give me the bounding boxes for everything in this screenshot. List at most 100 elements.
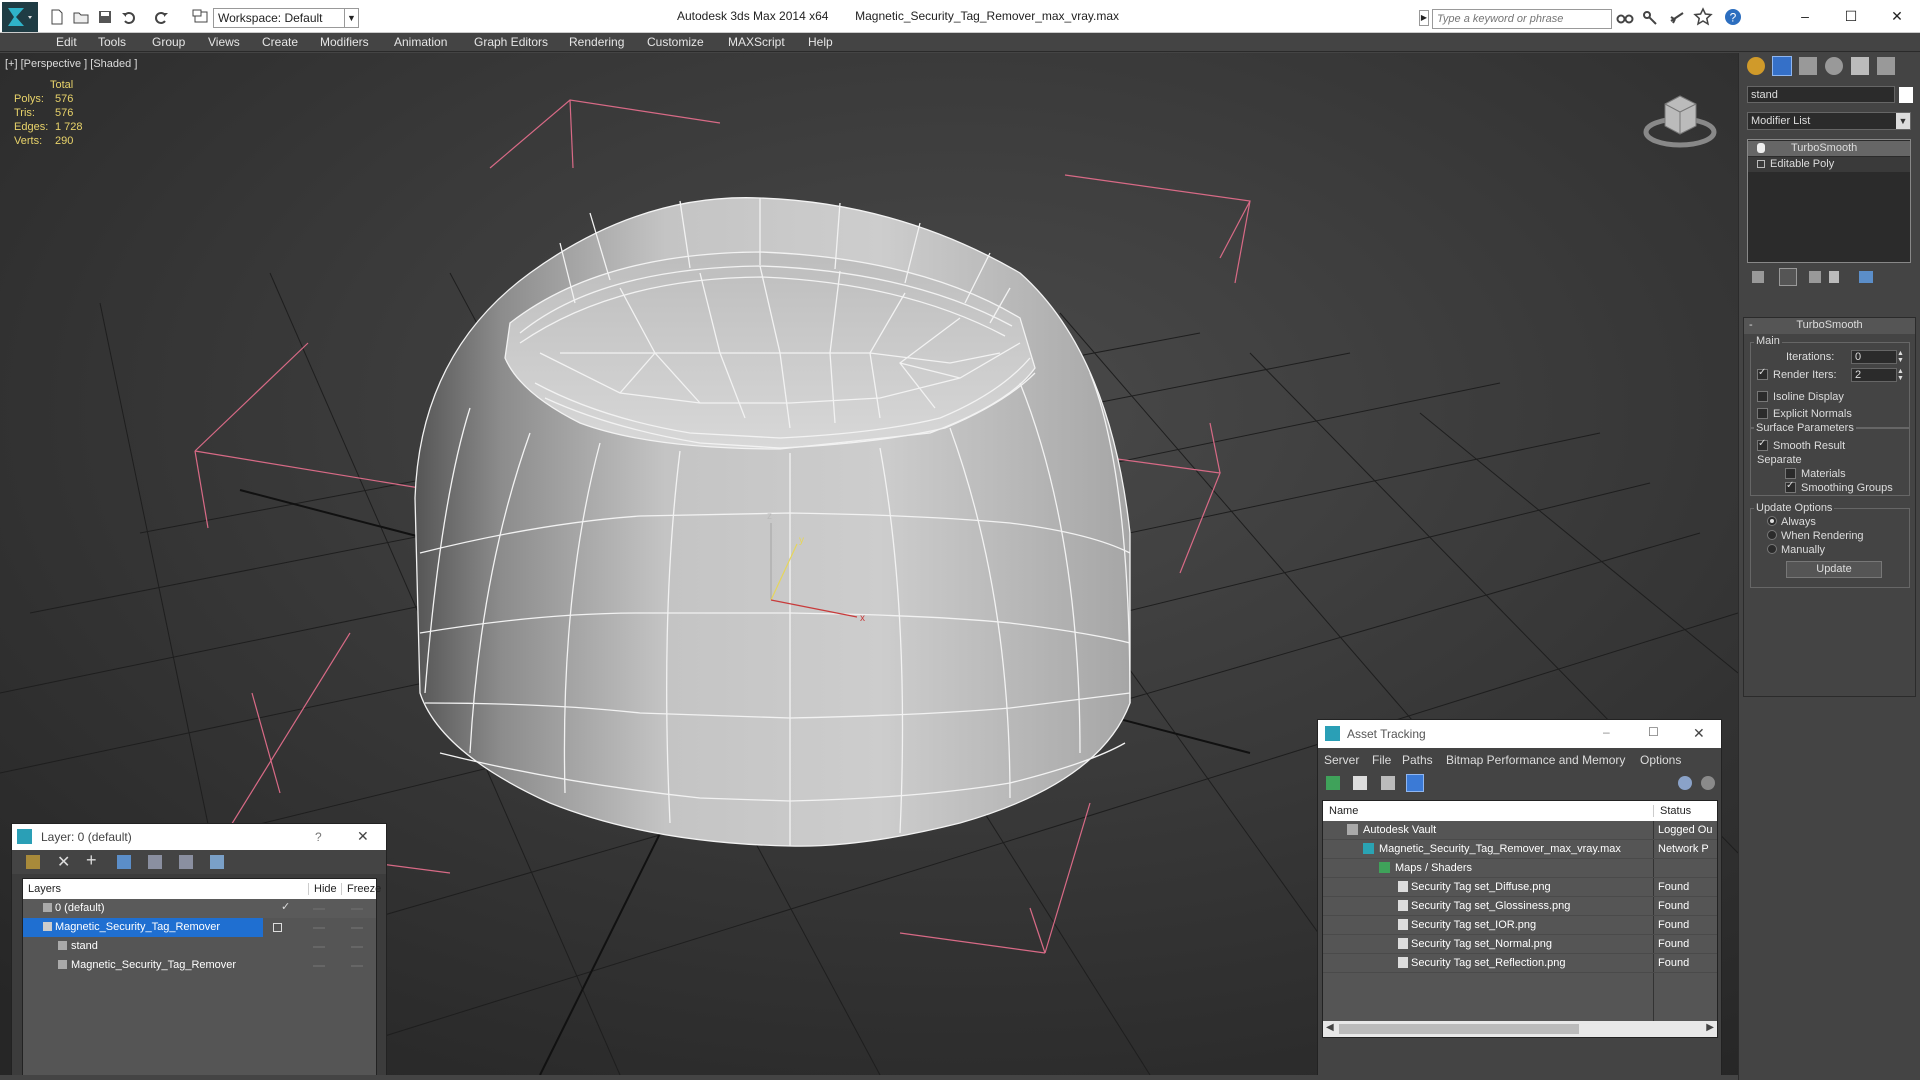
asset-row[interactable]: Maps / Shaders xyxy=(1323,859,1717,878)
modifier-stack-item[interactable]: Editable Poly xyxy=(1748,157,1910,172)
menu-customize[interactable]: Customize xyxy=(647,35,704,49)
asset-row[interactable]: Security Tag set_Diffuse.png Found xyxy=(1323,878,1717,897)
viewcube[interactable] xyxy=(1640,84,1720,154)
hide-all-icon[interactable] xyxy=(179,855,193,869)
lightbulb-icon[interactable] xyxy=(1757,143,1765,153)
freeze-toggle[interactable] xyxy=(351,908,363,910)
close-button[interactable]: ✕ xyxy=(1693,725,1705,742)
motion-tab-icon[interactable] xyxy=(1825,57,1843,75)
horizontal-scrollbar[interactable]: ◀ ▶ xyxy=(1323,1021,1717,1037)
perspective-viewport[interactable]: z y x [+] [Perspective ] [Shaded ] Total… xyxy=(0,53,1738,1075)
highlight-layer-icon[interactable] xyxy=(148,855,162,869)
always-radio[interactable] xyxy=(1767,516,1777,526)
favorites-star-icon[interactable] xyxy=(1692,6,1714,28)
display-tab-icon[interactable] xyxy=(1851,57,1869,75)
asset-row[interactable]: Security Tag set_Reflection.png Found xyxy=(1323,954,1717,973)
freeze-all-icon[interactable] xyxy=(210,855,224,869)
layer-row[interactable]: 0 (default) ✓ xyxy=(23,899,376,918)
asset-row[interactable]: Security Tag set_Glossiness.png Found xyxy=(1323,897,1717,916)
table-view-icon[interactable] xyxy=(1406,774,1424,792)
object-color-swatch[interactable] xyxy=(1899,87,1913,103)
modifier-stack-item[interactable]: TurboSmooth xyxy=(1748,141,1910,156)
close-button[interactable]: ✕ xyxy=(357,828,369,845)
freeze-column-header[interactable]: Freeze xyxy=(341,883,381,895)
menu-rendering[interactable]: Rendering xyxy=(569,35,624,49)
make-unique-icon[interactable] xyxy=(1809,271,1821,283)
select-objects-icon[interactable] xyxy=(117,855,131,869)
hide-toggle[interactable] xyxy=(313,965,325,967)
modify-tab-icon[interactable] xyxy=(1772,56,1792,76)
settings-icon[interactable] xyxy=(1701,776,1715,790)
delete-icon[interactable]: ✕ xyxy=(57,852,70,872)
asset-row[interactable]: Security Tag set_Normal.png Found xyxy=(1323,935,1717,954)
hide-toggle[interactable] xyxy=(313,946,325,948)
object-name-field[interactable] xyxy=(1747,86,1895,103)
layer-row[interactable]: Magnetic_Security_Tag_Remover xyxy=(23,918,263,937)
menu-graph-editors[interactable]: Graph Editors xyxy=(474,35,548,49)
show-end-result-icon[interactable] xyxy=(1779,268,1797,286)
scroll-thumb[interactable] xyxy=(1339,1024,1579,1034)
status-column-header[interactable]: Status xyxy=(1653,805,1691,817)
layer-object-row[interactable]: stand xyxy=(23,937,376,956)
maximize-button[interactable]: ☐ xyxy=(1828,0,1874,32)
undo-icon[interactable] xyxy=(118,6,140,28)
hide-column-header[interactable]: Hide xyxy=(308,883,337,895)
pin-stack-icon[interactable] xyxy=(1752,271,1764,283)
menu-bitmap-performance[interactable]: Bitmap Performance and Memory xyxy=(1446,753,1625,767)
add-icon[interactable]: + xyxy=(86,850,97,871)
refresh-icon[interactable] xyxy=(1326,776,1340,790)
render-iters-spinner[interactable]: 2 xyxy=(1851,368,1897,382)
asset-row[interactable]: Security Tag set_IOR.png Found xyxy=(1323,916,1717,935)
hide-toggle[interactable] xyxy=(313,908,325,910)
smoothing-groups-checkbox[interactable] xyxy=(1785,480,1796,493)
workspace-dropdown[interactable]: Workspace: Default ▼ xyxy=(213,8,359,28)
spinner-arrows-icon[interactable]: ▲ ▼ xyxy=(1897,350,1904,364)
binoculars-icon[interactable] xyxy=(1614,6,1636,28)
current-layer-toggle[interactable] xyxy=(273,923,282,932)
menu-tools[interactable]: Tools xyxy=(98,35,126,49)
smooth-result-checkbox[interactable] xyxy=(1757,438,1768,451)
menu-create[interactable]: Create xyxy=(262,35,298,49)
explicit-normals-checkbox[interactable] xyxy=(1757,408,1768,419)
manually-radio[interactable] xyxy=(1767,544,1777,554)
expand-icon[interactable] xyxy=(1757,160,1765,168)
menu-options[interactable]: Options xyxy=(1640,753,1681,767)
asset-panel-titlebar[interactable]: Asset Tracking – ☐ ✕ xyxy=(1318,720,1721,748)
layer-object-row[interactable]: Magnetic_Security_Tag_Remover xyxy=(23,956,376,975)
render-iters-checkbox[interactable] xyxy=(1757,367,1768,380)
utilities-tab-icon[interactable] xyxy=(1877,57,1895,75)
minimize-button[interactable]: – xyxy=(1603,725,1610,739)
layers-column-header[interactable]: Layers xyxy=(28,883,61,895)
project-folder-icon[interactable] xyxy=(190,6,212,28)
spinner-arrows-icon[interactable]: ▲ ▼ xyxy=(1897,368,1904,382)
asset-row[interactable]: Autodesk Vault Logged Ou xyxy=(1323,821,1717,840)
viewport-label[interactable]: [+] [Perspective ] [Shaded ] xyxy=(5,58,137,70)
thumbnail-view-icon[interactable] xyxy=(1381,776,1395,790)
keyword-search-input[interactable] xyxy=(1432,9,1612,29)
app-logo-icon[interactable] xyxy=(2,2,38,32)
close-button[interactable]: ✕ xyxy=(1874,0,1920,32)
scroll-right-icon[interactable]: ▶ xyxy=(1706,1022,1714,1033)
rollout-header[interactable]: - TurboSmooth xyxy=(1744,318,1915,334)
scroll-left-icon[interactable]: ◀ xyxy=(1326,1022,1334,1033)
menu-edit[interactable]: Edit xyxy=(56,35,77,49)
isoline-display-checkbox[interactable] xyxy=(1757,391,1768,402)
help-icon[interactable] xyxy=(1678,776,1692,790)
freeze-toggle[interactable] xyxy=(351,965,363,967)
when-rendering-radio[interactable] xyxy=(1767,530,1777,540)
layer-panel-titlebar[interactable]: Layer: 0 (default) ? ✕ xyxy=(12,824,386,850)
menu-server[interactable]: Server xyxy=(1324,753,1359,767)
menu-maxscript[interactable]: MAXScript xyxy=(728,35,785,49)
communication-center-icon[interactable] xyxy=(1666,6,1688,28)
redo-icon[interactable] xyxy=(150,6,172,28)
save-icon[interactable] xyxy=(94,6,116,28)
list-view-icon[interactable] xyxy=(1353,776,1367,790)
new-file-icon[interactable] xyxy=(46,6,68,28)
asset-row[interactable]: Magnetic_Security_Tag_Remover_max_vray.m… xyxy=(1323,840,1717,859)
help-button[interactable]: ? xyxy=(315,830,322,844)
freeze-toggle[interactable] xyxy=(351,927,363,929)
name-column-header[interactable]: Name xyxy=(1329,805,1358,817)
menu-animation[interactable]: Animation xyxy=(394,35,447,49)
menu-file[interactable]: File xyxy=(1372,753,1391,767)
menu-group[interactable]: Group xyxy=(152,35,185,49)
